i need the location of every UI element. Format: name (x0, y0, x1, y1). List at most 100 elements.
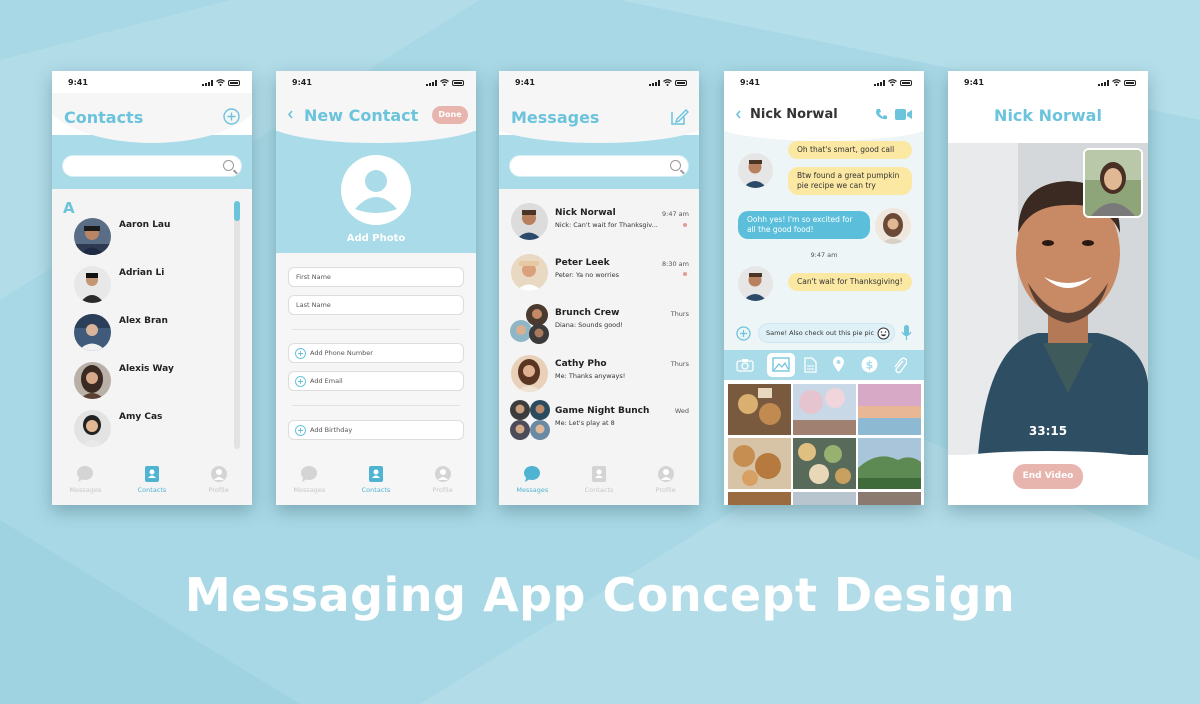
tab-profile[interactable]: Profile (638, 465, 694, 505)
status-icons (202, 79, 240, 86)
video-camera-icon[interactable] (895, 109, 912, 120)
avatar[interactable] (511, 355, 548, 392)
tab-label: Messages (516, 486, 549, 494)
photo-thumbnail[interactable] (728, 438, 791, 489)
scrollbar[interactable] (234, 201, 240, 449)
add-birthday-button[interactable]: Add Birthday (288, 420, 464, 440)
message-input-value: Same! Also check out this pie pic (766, 329, 875, 337)
conversation-name[interactable]: Cathy Pho (555, 359, 607, 369)
add-phone-button[interactable]: Add Phone Number (288, 343, 464, 363)
location-icon[interactable] (832, 356, 845, 373)
photo-thumbnail[interactable] (793, 438, 856, 489)
plus-circle-icon[interactable] (223, 108, 240, 125)
image-icon-selected[interactable] (767, 353, 795, 377)
tab-label: Contacts (361, 486, 391, 494)
message-bubble: Can't wait for Thanksgiving! (788, 273, 912, 291)
tab-bar: Messages Contacts Profile (276, 453, 476, 505)
phone-contacts-screen: 9:41 Contacts A Aaron Lau Adrian Li Alex… (52, 71, 252, 505)
tab-contacts[interactable]: Contacts (124, 465, 180, 505)
tab-messages[interactable]: Messages (504, 465, 560, 505)
message-input[interactable]: Same! Also check out this pie pic (758, 323, 895, 343)
phone-icon[interactable] (875, 108, 888, 121)
status-icons (426, 79, 464, 86)
conversation-time: Thurs (670, 310, 689, 318)
message-bubble-outgoing: Oohh yes! I'm so excited for all the goo… (738, 211, 870, 239)
conversation-preview: Me: Let's play at 8 (555, 419, 615, 427)
divider (292, 329, 460, 330)
status-bar: 9:41 (948, 71, 1148, 93)
avatar (738, 266, 773, 301)
tab-contacts[interactable]: Contacts (348, 465, 404, 505)
back-chevron-icon[interactable] (735, 110, 742, 119)
photo-thumbnail[interactable] (858, 492, 921, 505)
avatar (875, 208, 911, 244)
avatar[interactable] (511, 203, 548, 240)
conversation-name[interactable]: Game Night Bunch (555, 406, 649, 416)
avatar[interactable] (74, 362, 111, 399)
compose-icon[interactable] (669, 107, 689, 127)
contact-name[interactable]: Aaron Lau (119, 220, 170, 230)
conversation-name[interactable]: Brunch Crew (555, 308, 619, 318)
tab-messages[interactable]: Messages (57, 465, 113, 505)
photo-thumbnail[interactable] (858, 438, 921, 489)
camera-icon[interactable] (736, 358, 754, 372)
group-avatar[interactable] (509, 399, 551, 441)
plus-icon (295, 348, 306, 359)
contact-name[interactable]: Alexis Way (119, 364, 174, 374)
status-time: 9:41 (292, 78, 312, 87)
tab-bar: Messages Contacts Profile (499, 453, 699, 505)
battery-icon (1124, 79, 1136, 86)
add-photo-button[interactable] (341, 155, 411, 225)
add-email-button[interactable]: Add Email (288, 371, 464, 391)
add-attachment-icon[interactable] (736, 326, 751, 341)
group-avatar[interactable] (509, 303, 551, 345)
search-input[interactable] (509, 155, 689, 177)
avatar[interactable] (74, 266, 111, 303)
page-title: Messages (511, 108, 600, 127)
tab-profile[interactable]: Profile (191, 465, 247, 505)
paperclip-icon[interactable] (893, 356, 907, 374)
avatar[interactable] (74, 218, 111, 255)
avatar[interactable] (74, 410, 111, 447)
done-button[interactable]: Done (432, 106, 468, 124)
unread-dot (683, 272, 687, 276)
contact-name[interactable]: Alex Bran (119, 316, 168, 326)
photo-thumbnail[interactable] (793, 384, 856, 435)
first-name-field[interactable]: First Name (288, 267, 464, 287)
contact-name[interactable]: Amy Cas (119, 412, 162, 422)
back-chevron-icon[interactable] (287, 110, 294, 119)
chat-contact-name[interactable]: Nick Norwal (750, 107, 838, 122)
dollar-icon[interactable]: $ (861, 356, 878, 373)
search-input[interactable] (62, 155, 242, 177)
add-email-label: Add Email (310, 377, 343, 385)
avatar[interactable] (511, 254, 548, 291)
photo-thumbnail[interactable] (793, 492, 856, 505)
self-view[interactable] (1083, 148, 1143, 218)
tab-messages[interactable]: Messages (281, 465, 337, 505)
battery-icon (228, 79, 240, 86)
add-photo-label[interactable]: Add Photo (276, 233, 476, 244)
tab-profile[interactable]: Profile (415, 465, 471, 505)
photo-thumbnail[interactable] (728, 384, 791, 435)
photo-thumbnail[interactable] (858, 384, 921, 435)
conversation-name[interactable]: Nick Norwal (555, 208, 616, 218)
phone-messages-screen: 9:41 Messages Nick Norwal Nick: Can't wa… (499, 71, 699, 505)
last-name-field[interactable]: Last Name (288, 295, 464, 315)
contact-name[interactable]: Adrian Li (119, 268, 164, 278)
file-icon[interactable] (804, 357, 817, 373)
signal-icon (1098, 79, 1109, 86)
status-icons (1098, 79, 1136, 86)
emoji-icon[interactable] (877, 327, 890, 340)
tab-label: Contacts (137, 486, 167, 494)
tab-label: Messages (69, 486, 102, 494)
signal-icon (649, 79, 660, 86)
end-video-button[interactable]: End Video (1013, 464, 1083, 489)
conversation-name[interactable]: Peter Leek (555, 258, 610, 268)
photo-thumbnail[interactable] (728, 492, 791, 505)
contacts-book-icon (368, 466, 383, 482)
status-bar: 9:41 (276, 71, 476, 93)
tab-contacts[interactable]: Contacts (571, 465, 627, 505)
signal-icon (202, 79, 213, 86)
avatar[interactable] (74, 314, 111, 351)
microphone-icon[interactable] (901, 325, 912, 341)
